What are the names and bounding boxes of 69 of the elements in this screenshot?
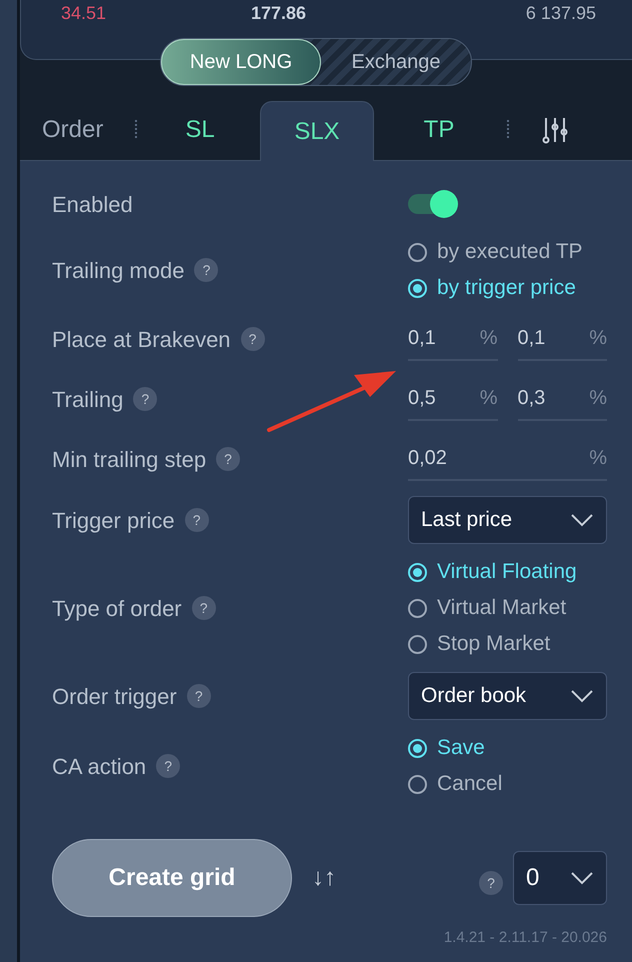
setting-label: Order trigger (52, 682, 177, 711)
radio-label: Virtual Market (437, 595, 566, 622)
help-icon[interactable]: ? (216, 447, 240, 471)
field-value: 0,1 (518, 326, 546, 351)
radio-button[interactable] (408, 242, 427, 262)
input-field[interactable]: 0,5 % (408, 377, 498, 421)
dropdown-value: Order book (421, 683, 526, 710)
radio-button[interactable] (408, 738, 427, 758)
stat-value: 6 137.95 (524, 2, 597, 25)
input-field[interactable]: 0,02 % (408, 437, 607, 481)
radio-label: Stop Market (437, 631, 550, 658)
input-field[interactable]: 0,3 % (518, 377, 607, 421)
version-text: 1.4.21 - 2.11.17 - 20.026 (444, 928, 607, 948)
unit-label: % (589, 446, 607, 471)
unit-label: % (480, 386, 498, 411)
chevron-down-icon (570, 689, 594, 703)
help-icon[interactable]: ? (192, 596, 216, 620)
unit-label: % (480, 326, 498, 351)
radio-button[interactable] (408, 774, 427, 794)
help-icon[interactable]: ? (186, 684, 211, 708)
tab[interactable]: TP (374, 100, 504, 160)
field-value: 0,5 (408, 386, 436, 411)
radio-label: by executed TP (437, 239, 583, 266)
radio-button[interactable] (408, 278, 427, 298)
mode-tab[interactable]: New LONG (161, 39, 321, 85)
radio-label: Virtual Floating (437, 559, 577, 586)
chevron-down-icon (570, 871, 594, 885)
radio-label: Save (437, 735, 485, 762)
setting-label: Trailing mode (52, 256, 184, 285)
dropdown[interactable]: Order book (408, 672, 607, 720)
help-icon[interactable]: ? (240, 327, 265, 351)
field-value: 0,1 (408, 326, 436, 351)
input-field[interactable]: 0,1 % (518, 317, 607, 361)
field-value: 0,3 (518, 386, 546, 411)
setting-label: Type of order (52, 594, 182, 623)
count-dropdown[interactable]: 0 (513, 851, 607, 905)
setting-label: Place at Brakeven (52, 326, 231, 354)
radio-label: by trigger price (437, 275, 576, 302)
input-field[interactable]: 0,1 % (408, 317, 498, 361)
help-icon[interactable]: ? (479, 871, 503, 895)
chevron-down-icon (570, 513, 594, 527)
help-icon[interactable]: ? (133, 387, 158, 411)
tab[interactable]: SL (140, 100, 260, 160)
setting-label: Trigger price (52, 506, 175, 535)
radio-button[interactable] (408, 562, 427, 582)
mode-tab[interactable]: Exchange (321, 39, 471, 85)
unit-label: % (589, 326, 607, 351)
setting-label: CA action (52, 752, 146, 780)
radio-label: Cancel (437, 771, 502, 798)
unit-label: % (589, 386, 607, 411)
dropdown-value: 0 (526, 863, 540, 893)
sort-arrows[interactable]: ↓↑ (312, 860, 336, 896)
create-grid-button[interactable]: Create grid (52, 839, 292, 917)
tab[interactable]: SLX (260, 101, 374, 161)
tab[interactable]: Order (42, 100, 132, 160)
radio-button[interactable] (408, 634, 427, 654)
sliders-icon (540, 116, 568, 144)
help-icon[interactable]: ? (194, 258, 218, 282)
help-icon[interactable]: ? (156, 754, 180, 778)
dropdown[interactable]: Last price (408, 496, 607, 544)
help-icon[interactable]: ? (184, 508, 209, 532)
radio-button[interactable] (408, 598, 427, 618)
dropdown-value: Last price (421, 507, 512, 534)
setting-label: Trailing (52, 386, 124, 414)
setting-label: Enabled (52, 190, 133, 218)
stat-value: 34.51 (61, 2, 108, 25)
setting-label: Min trailing step (52, 446, 206, 474)
field-value: 0,02 (408, 446, 447, 471)
stat-value: 177.86 (251, 2, 308, 25)
